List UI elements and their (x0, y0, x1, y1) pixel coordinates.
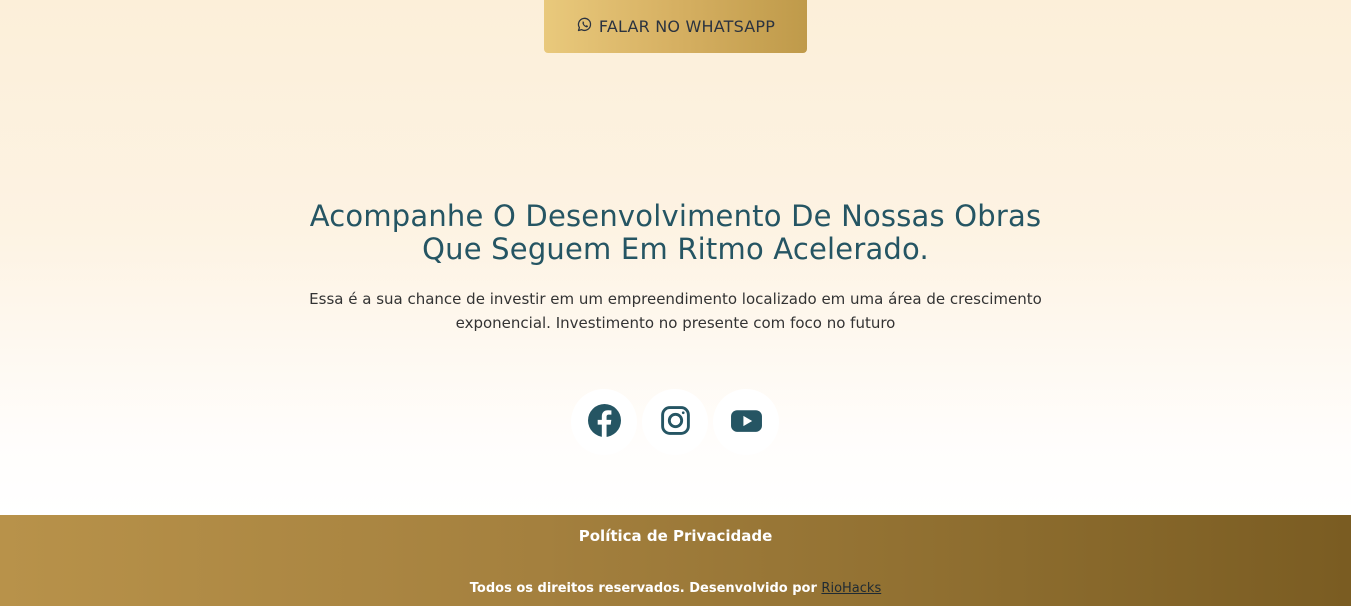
instagram-link[interactable] (642, 389, 708, 455)
whatsapp-button[interactable]: FALAR NO WHATSAPP (544, 0, 807, 53)
developer-credit-link[interactable]: RioHacks (821, 581, 881, 596)
footer: Política de Privacidade Todos os direito… (0, 515, 1351, 606)
whatsapp-icon (576, 16, 593, 37)
copyright-label: Todos os direitos reservados. Desenvolvi… (469, 581, 822, 596)
youtube-link[interactable] (713, 389, 779, 455)
youtube-icon (730, 404, 763, 441)
privacy-policy-link[interactable]: Política de Privacidade (0, 527, 1351, 545)
headline-line-2: Que Seguem Em Ritmo Acelerado. (422, 232, 929, 266)
social-links (571, 389, 781, 455)
facebook-link[interactable] (571, 389, 637, 455)
hero-subtext: Essa é a sua chance de investir em um em… (309, 290, 1042, 332)
headline-line-1: Acompanhe O Desenvolvimento De Nossas Ob… (309, 199, 1042, 233)
copyright-text: Todos os direitos reservados. Desenvolvi… (0, 581, 1351, 596)
instagram-icon (659, 404, 692, 441)
hero-section: FALAR NO WHATSAPP Acompanhe O Desenvolvi… (0, 0, 1351, 515)
whatsapp-button-label: FALAR NO WHATSAPP (598, 17, 776, 36)
facebook-icon (587, 403, 621, 441)
page-headline: Acompanhe O Desenvolvimento De Nossas Ob… (0, 200, 1351, 266)
